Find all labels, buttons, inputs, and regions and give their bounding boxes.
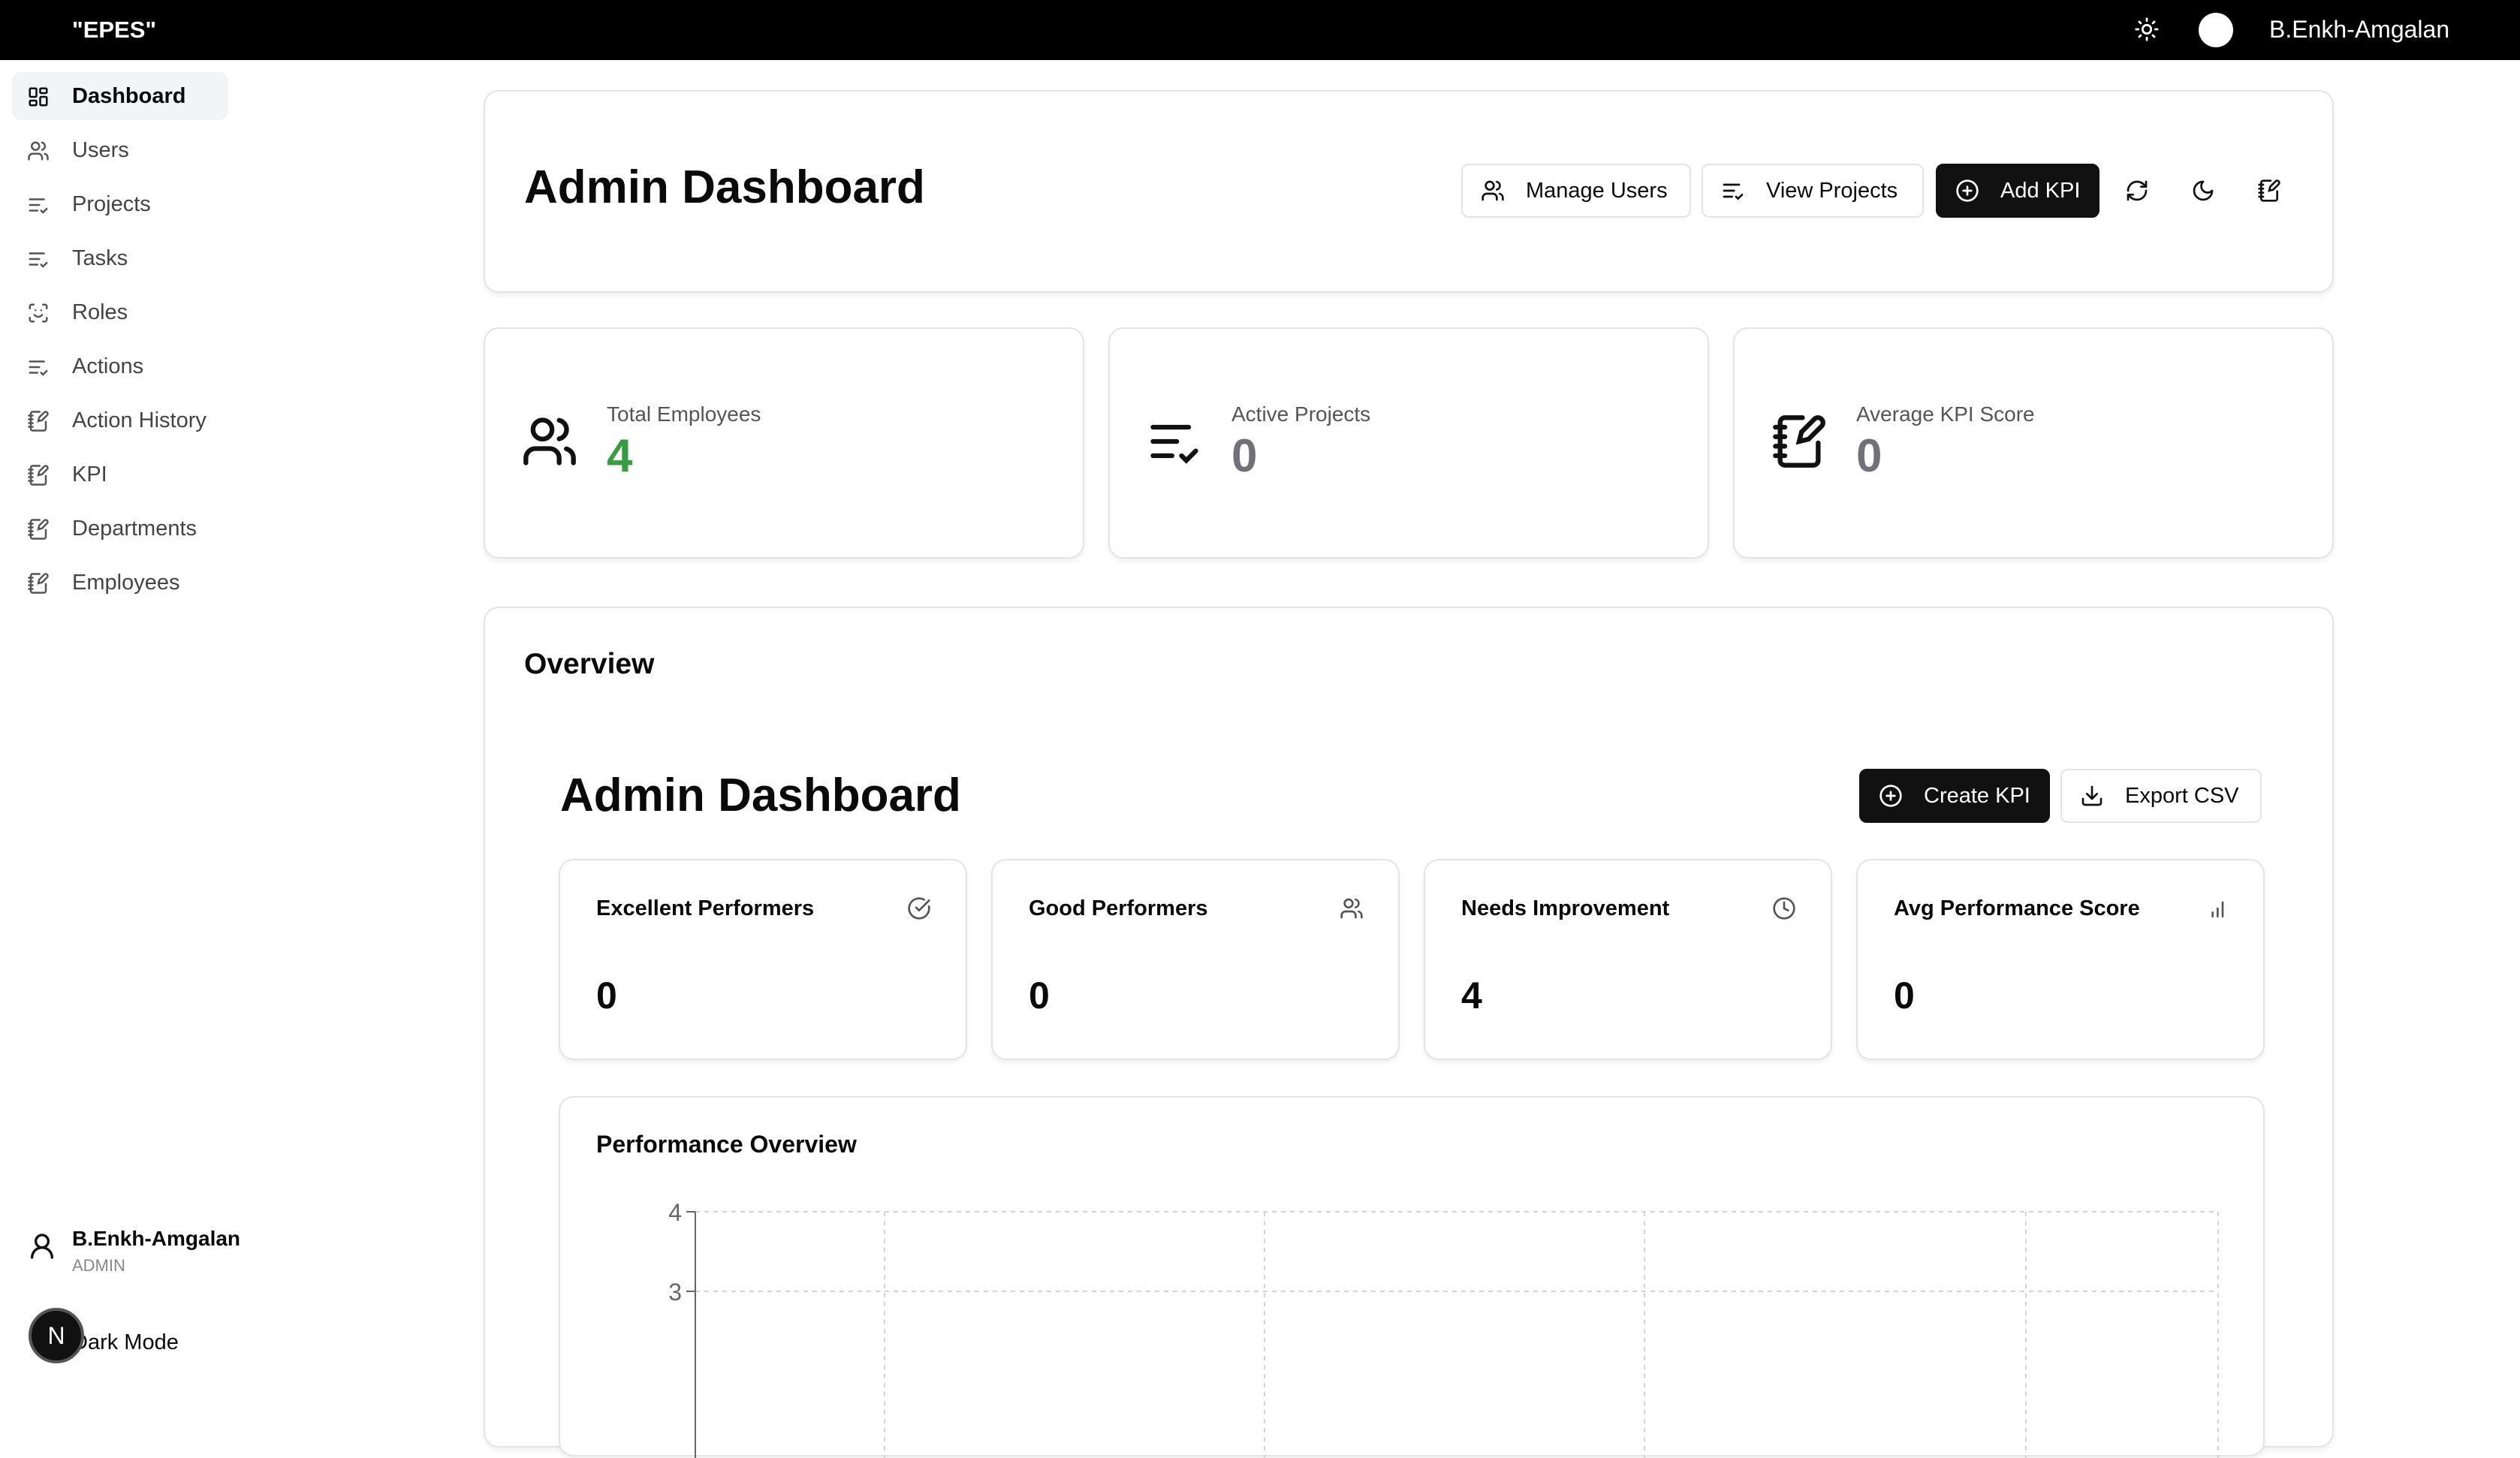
header-card: Admin Dashboard Manage Users View Projec… [484, 90, 2334, 293]
mini-stat-excellent: Excellent Performers 0 [559, 859, 967, 1060]
notebook-pen-icon [28, 519, 49, 540]
moon-icon [2193, 180, 2214, 201]
app-brand[interactable]: "EPES" [72, 15, 156, 45]
export-csv-label: Export CSV [2125, 783, 2239, 808]
mini-stat-label: Needs Improvement [1461, 896, 1670, 920]
list-check-icon [29, 360, 48, 376]
sidebar: Dashboard Users Projects Tasks Roles Act… [0, 60, 240, 1393]
mini-stat-value: 4 [1461, 975, 1482, 1017]
export-csv-button[interactable]: Export CSV [2060, 769, 2262, 823]
performance-chart: 43 [668, 1199, 2219, 1458]
plus-circle-icon [1956, 179, 1979, 202]
add-kpi-label: Add KPI [2000, 178, 2081, 203]
n-badge[interactable]: N [29, 1308, 84, 1363]
sidebar-item-actions[interactable]: Actions [12, 342, 228, 390]
stat-card-active-projects: Active Projects 0 [1108, 327, 1709, 559]
sidebar-item-label: Dashboard [72, 84, 186, 108]
sidebar-item-label: Tasks [72, 246, 128, 270]
sidebar-item-dashboard[interactable]: Dashboard [12, 72, 228, 120]
stat-value: 0 [1231, 430, 1258, 482]
theme-toggle-button[interactable] [2182, 170, 2224, 212]
dashboard-icon [29, 87, 48, 107]
sidebar-item-tasks[interactable]: Tasks [12, 234, 228, 282]
sidebar-item-users[interactable]: Users [12, 126, 228, 174]
mini-stat-label: Avg Performance Score [1894, 896, 2140, 920]
sidebar-item-employees[interactable]: Employees [12, 559, 228, 607]
manage-users-label: Manage Users [1526, 178, 1668, 203]
stat-label: Average KPI Score [1856, 402, 2035, 426]
manage-users-button[interactable]: Manage Users [1461, 164, 1691, 218]
mini-stat-label: Excellent Performers [596, 896, 815, 920]
user-icon [31, 1234, 54, 1259]
users-icon [28, 141, 49, 161]
sidebar-item-label: Actions [72, 354, 144, 378]
stat-label: Active Projects [1231, 402, 1371, 426]
sidebar-user-name: B.Enkh-Amgalan [72, 1227, 241, 1250]
top-user-name[interactable]: B.Enkh-Amgalan [2269, 14, 2449, 45]
y-tick-label: 3 [668, 1279, 682, 1306]
sidebar-item-label: Employees [72, 571, 180, 595]
sun-icon[interactable] [2131, 14, 2163, 45]
sidebar-item-projects[interactable]: Projects [12, 180, 228, 228]
stat-card-total-employees: Total Employees 4 [484, 327, 1084, 559]
mini-stat-avg-score: Avg Performance Score 0 [1856, 859, 2265, 1060]
mini-stat-good: Good Performers 0 [991, 859, 1400, 1060]
view-projects-button[interactable]: View Projects [1702, 164, 1924, 218]
mini-stat-value: 0 [596, 975, 617, 1017]
users-icon [523, 417, 576, 465]
add-kpi-button[interactable]: Add KPI [1936, 164, 2099, 218]
refresh-button[interactable] [2116, 170, 2158, 212]
stat-value: 4 [607, 430, 633, 482]
notebook-pen-icon [28, 465, 49, 486]
stat-value: 0 [1856, 430, 1882, 482]
sidebar-item-label: Roles [72, 300, 128, 324]
sidebar-item-kpi[interactable]: KPI [12, 450, 228, 499]
refresh-icon [2127, 180, 2148, 201]
scan-face-icon [29, 303, 48, 323]
create-kpi-label: Create KPI [1924, 783, 2030, 808]
mini-stat-label: Good Performers [1029, 896, 1208, 920]
view-projects-label: View Projects [1766, 178, 1898, 203]
sidebar-user-role: ADMIN [72, 1256, 125, 1275]
notebook-pen-icon [2258, 179, 2280, 202]
plus-circle-icon [1879, 785, 1902, 807]
sidebar-item-label: Projects [72, 192, 151, 216]
dark-mode-toggle[interactable]: Dark Mode [72, 1327, 179, 1357]
top-bar: "EPES" B.Enkh-Amgalan [0, 0, 2520, 60]
sidebar-item-roles[interactable]: Roles [12, 288, 228, 336]
sidebar-item-label: Action History [72, 408, 206, 432]
notebook-button[interactable] [2248, 170, 2290, 212]
sidebar-item-action-history[interactable]: Action History [12, 396, 228, 444]
y-tick-label: 4 [668, 1199, 682, 1226]
check-circle-icon [908, 897, 930, 920]
clock-icon [1773, 897, 1795, 920]
stat-label: Total Employees [607, 402, 761, 426]
overview-title: Overview [524, 648, 655, 680]
list-check-icon [29, 198, 48, 214]
list-check-icon [29, 252, 48, 268]
list-check-icon [1150, 424, 1198, 464]
mini-stat-value: 0 [1894, 975, 1915, 1017]
avatar[interactable] [2199, 13, 2233, 47]
create-kpi-button[interactable]: Create KPI [1859, 769, 2050, 823]
sidebar-item-label: Users [72, 138, 129, 162]
bar-chart-icon [2211, 901, 2224, 917]
overview-card: Overview Admin Dashboard Create KPI Expo… [484, 607, 2334, 1458]
performance-overview-card: Performance Overview 43 [559, 1096, 2265, 1458]
download-icon [2081, 785, 2103, 806]
notebook-pen-icon [28, 573, 49, 594]
notebook-pen-icon [28, 411, 49, 432]
sidebar-item-label: KPI [72, 462, 107, 487]
users-icon [1340, 898, 1363, 919]
mini-stat-needs-improvement: Needs Improvement 4 [1424, 859, 1832, 1060]
notebook-pen-icon [1773, 415, 1825, 468]
page-title: Admin Dashboard [524, 161, 925, 213]
sidebar-item-departments[interactable]: Departments [12, 505, 228, 553]
stat-card-average-kpi: Average KPI Score 0 [1733, 327, 2334, 559]
list-check-icon [1723, 183, 1744, 200]
sidebar-item-label: Departments [72, 517, 197, 541]
inner-dashboard-title: Admin Dashboard [560, 770, 961, 821]
mini-stat-value: 0 [1029, 975, 1050, 1017]
users-icon [1482, 180, 1504, 201]
